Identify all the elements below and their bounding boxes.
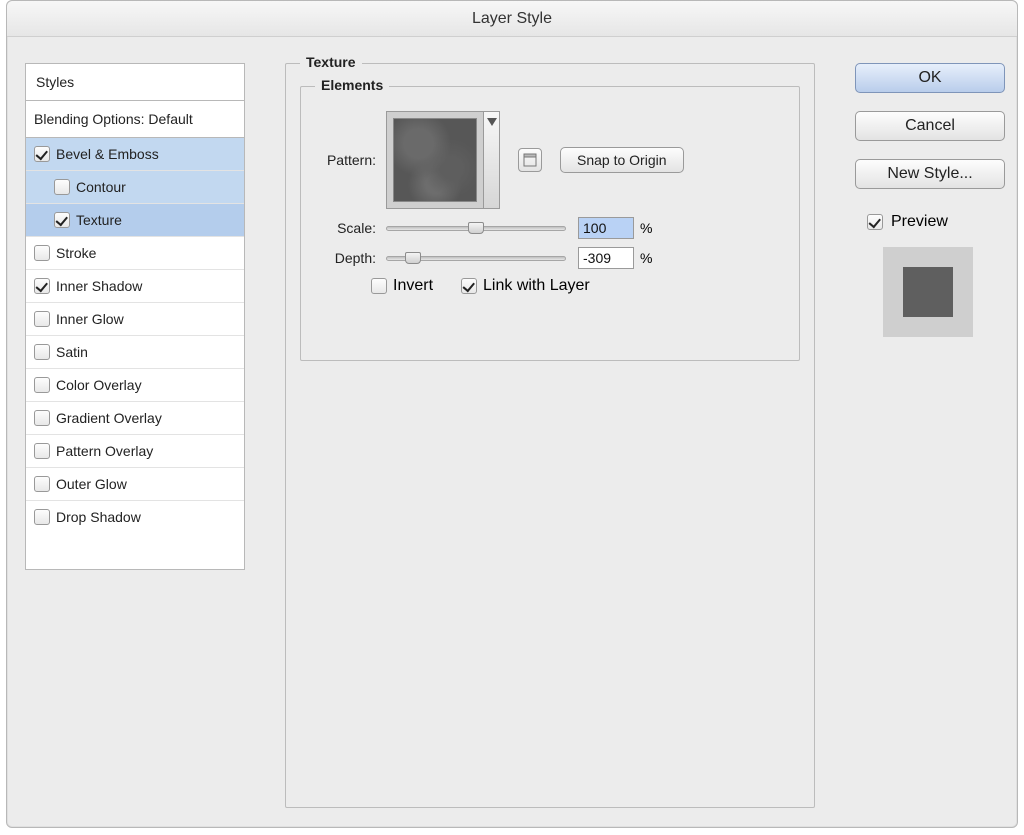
style-label: Pattern Overlay (56, 443, 153, 459)
new-style-button[interactable]: New Style... (855, 159, 1005, 189)
style-checkbox-bevel-emboss[interactable] (34, 146, 50, 162)
link-with-layer-checkbox[interactable] (461, 278, 477, 294)
style-row-inner-glow[interactable]: Inner Glow (26, 303, 244, 336)
style-checkbox-contour[interactable] (54, 179, 70, 195)
invert-checkbox[interactable] (371, 278, 387, 294)
scale-input[interactable] (578, 217, 634, 239)
scale-unit: % (640, 220, 652, 236)
new-preset-icon (523, 153, 537, 167)
style-checkbox-drop-shadow[interactable] (34, 509, 50, 525)
style-row-inner-shadow[interactable]: Inner Shadow (26, 270, 244, 303)
style-row-texture[interactable]: Texture (26, 204, 244, 237)
scale-slider[interactable] (386, 219, 566, 237)
create-pattern-button[interactable] (518, 148, 542, 172)
scale-label: Scale: (301, 220, 376, 236)
style-row-drop-shadow[interactable]: Drop Shadow (26, 501, 244, 533)
style-checkbox-inner-shadow[interactable] (34, 278, 50, 294)
style-row-contour[interactable]: Contour (26, 171, 244, 204)
preview-checkbox-row[interactable]: Preview (867, 213, 1005, 231)
chevron-down-icon (487, 118, 497, 126)
dialog-buttons-column: OK Cancel New Style... Preview (855, 63, 1005, 337)
layer-style-dialog: Layer Style Styles Blending Options: Def… (6, 0, 1018, 828)
preview-checkbox[interactable] (867, 214, 883, 230)
texture-group: Texture Elements Pattern: (285, 63, 815, 808)
style-checkbox-outer-glow[interactable] (34, 476, 50, 492)
style-label: Satin (56, 344, 88, 360)
style-row-satin[interactable]: Satin (26, 336, 244, 369)
style-label: Color Overlay (56, 377, 142, 393)
invert-label: Invert (393, 277, 433, 295)
style-row-pattern-overlay[interactable]: Pattern Overlay (26, 435, 244, 468)
style-checkbox-gradient-overlay[interactable] (34, 410, 50, 426)
style-row-color-overlay[interactable]: Color Overlay (26, 369, 244, 402)
style-checkbox-pattern-overlay[interactable] (34, 443, 50, 459)
pattern-dropdown[interactable] (484, 111, 500, 209)
style-label: Contour (76, 179, 126, 195)
sidebar-spacer (26, 533, 244, 569)
link-with-layer-label: Link with Layer (483, 277, 590, 295)
link-with-layer-checkbox-row[interactable]: Link with Layer (461, 277, 590, 295)
texture-group-legend: Texture (300, 54, 362, 70)
pattern-label: Pattern: (301, 152, 376, 168)
style-row-gradient-overlay[interactable]: Gradient Overlay (26, 402, 244, 435)
snap-to-origin-button[interactable]: Snap to Origin (560, 147, 684, 173)
style-label: Stroke (56, 245, 96, 261)
style-checkbox-satin[interactable] (34, 344, 50, 360)
style-label: Drop Shadow (56, 509, 141, 525)
preview-swatch-inner (903, 267, 953, 317)
style-label: Inner Glow (56, 311, 124, 327)
style-row-outer-glow[interactable]: Outer Glow (26, 468, 244, 501)
depth-unit: % (640, 250, 652, 266)
style-checkbox-color-overlay[interactable] (34, 377, 50, 393)
styles-sidebar: Styles Blending Options: Default Bevel &… (25, 63, 245, 570)
preview-label: Preview (891, 213, 948, 231)
pattern-thumbnail (393, 118, 477, 202)
depth-input[interactable] (578, 247, 634, 269)
invert-checkbox-row[interactable]: Invert (371, 277, 433, 295)
style-label: Gradient Overlay (56, 410, 162, 426)
elements-group-legend: Elements (315, 77, 389, 93)
style-label: Bevel & Emboss (56, 146, 159, 162)
style-row-stroke[interactable]: Stroke (26, 237, 244, 270)
style-label: Outer Glow (56, 476, 127, 492)
elements-group: Elements Pattern: (300, 86, 800, 361)
style-checkbox-stroke[interactable] (34, 245, 50, 261)
style-label: Texture (76, 212, 122, 228)
style-row-bevel-emboss[interactable]: Bevel & Emboss (26, 138, 244, 171)
ok-button[interactable]: OK (855, 63, 1005, 93)
pattern-swatch[interactable] (386, 111, 484, 209)
styles-header[interactable]: Styles (26, 64, 244, 101)
depth-slider[interactable] (386, 249, 566, 267)
depth-label: Depth: (301, 250, 376, 266)
window-title: Layer Style (7, 1, 1017, 37)
cancel-button[interactable]: Cancel (855, 111, 1005, 141)
style-checkbox-inner-glow[interactable] (34, 311, 50, 327)
preview-swatch (883, 247, 973, 337)
style-checkbox-texture[interactable] (54, 212, 70, 228)
blending-options-row[interactable]: Blending Options: Default (26, 101, 244, 138)
style-label: Inner Shadow (56, 278, 142, 294)
